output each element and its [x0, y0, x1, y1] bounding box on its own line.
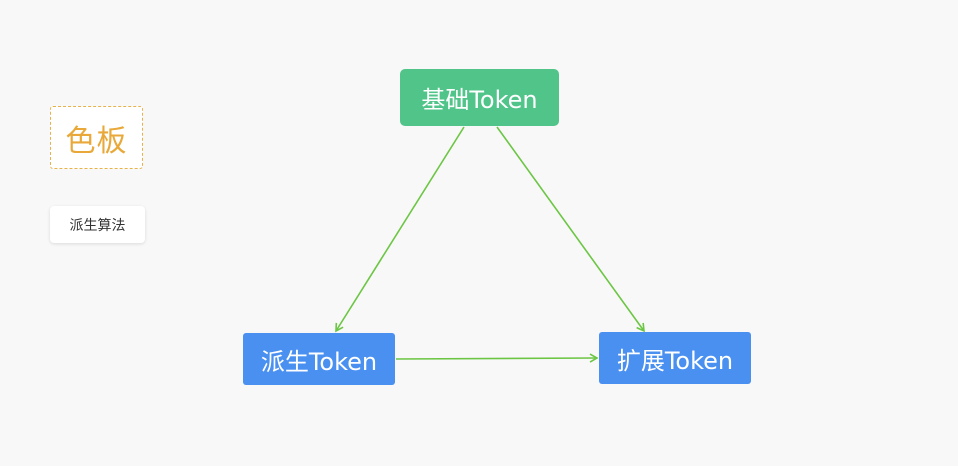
edge-derived-to-extended [395, 353, 599, 363]
edge-base-to-derived [335, 126, 465, 333]
node-extended-token[interactable]: 扩展Token [599, 332, 751, 384]
node-base-token-label: 基础Token [421, 86, 538, 114]
derive-algorithm-button[interactable]: 派生算法 [50, 206, 145, 243]
palette-label: 色板 [50, 106, 143, 169]
derive-algorithm-label: 派生算法 [69, 217, 126, 234]
edge-base-to-extended [496, 126, 645, 333]
node-base-token[interactable]: 基础Token [400, 69, 559, 126]
node-extended-token-label: 扩展Token [616, 346, 734, 375]
palette-label-text: 色板 [65, 123, 128, 159]
node-derived-token-label: 派生Token [260, 347, 378, 376]
node-derived-token[interactable]: 派生Token [243, 333, 395, 385]
